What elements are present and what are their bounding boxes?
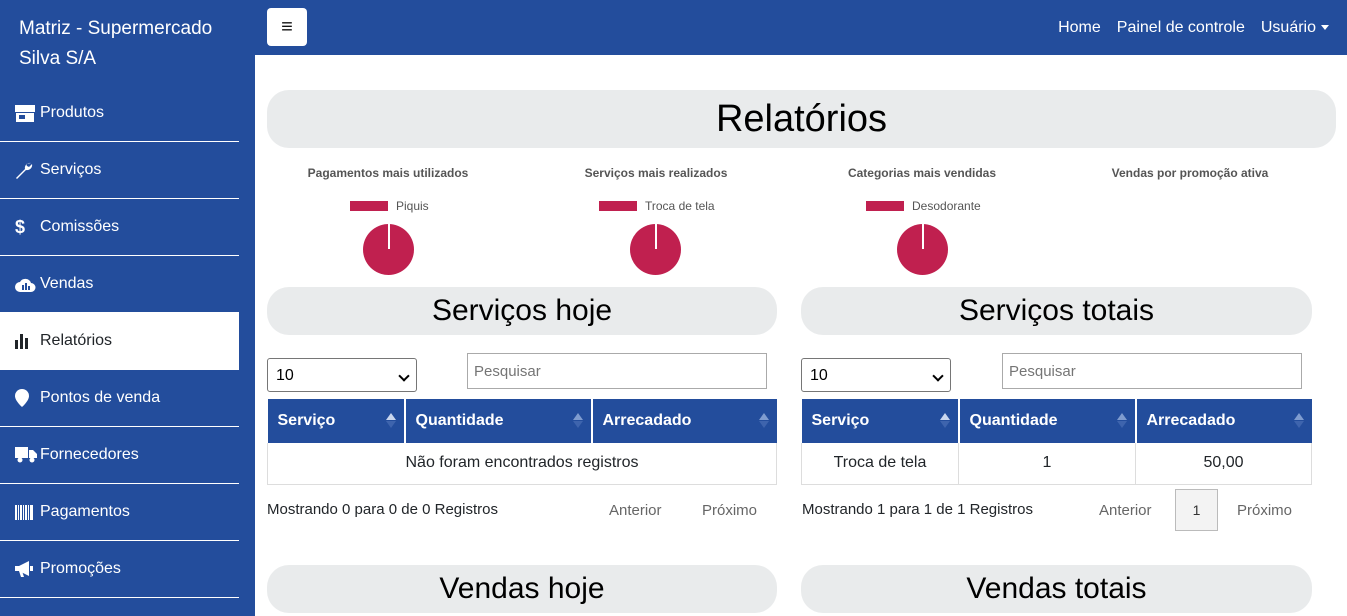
- sidebar-item-relatorios[interactable]: Relatórios: [0, 313, 239, 370]
- sort-icon: [758, 413, 769, 428]
- legend-label: Desodorante: [912, 199, 981, 213]
- sidebar-item-comissoes[interactable]: $ Comissões: [0, 199, 239, 256]
- sidebar-item-label: Comissões: [40, 218, 120, 235]
- wrench-icon: [15, 161, 37, 179]
- pagination-next-servicos-hoje[interactable]: Próximo: [702, 502, 757, 519]
- chart-title-pagamentos: Pagamentos mais utilizados: [307, 166, 469, 180]
- megaphone-icon: [15, 560, 37, 578]
- legend-swatch: [866, 201, 904, 211]
- nav-link-painel[interactable]: Painel de controle: [1117, 19, 1245, 37]
- legend-swatch: [350, 201, 388, 211]
- sidebar-item-label: Fornecedores: [40, 446, 139, 463]
- column-header-quantidade[interactable]: Quantidade: [957, 399, 1136, 443]
- sidebar-item-produtos[interactable]: Produtos: [0, 85, 239, 142]
- sidebar-item-label: Pontos de venda: [40, 389, 161, 406]
- top-nav-links: Home Painel de controle Usuário: [1058, 0, 1329, 55]
- sort-icon: [572, 413, 583, 428]
- store-icon: [15, 104, 37, 122]
- table-cell-quantidade: 1: [958, 443, 1136, 485]
- sidebar-item-promocoes[interactable]: Promoções: [0, 541, 239, 598]
- sidebar-item-fornecedores[interactable]: Fornecedores: [0, 427, 239, 484]
- caret-down-icon: [1321, 24, 1329, 30]
- section-title-vendas-hoje: Vendas hoje: [267, 565, 777, 613]
- section-title-vendas-totais: Vendas totais: [801, 565, 1312, 613]
- sort-icon: [939, 413, 950, 428]
- legend-label: Piquis: [396, 199, 429, 213]
- sidebar-item-vendas[interactable]: Vendas: [0, 256, 239, 313]
- chart-title-promocao: Vendas por promoção ativa: [1111, 166, 1269, 180]
- table-servicos-totais: Serviço Quantidade Arrecadado Troca de t…: [801, 399, 1312, 485]
- page-title: Relatórios: [267, 90, 1336, 148]
- sidebar-item-pontos-de-venda[interactable]: Pontos de venda: [0, 370, 239, 427]
- barcode-icon: [15, 503, 37, 521]
- truck-icon: [15, 446, 37, 464]
- page-size-select-servicos-hoje[interactable]: 10: [267, 358, 417, 392]
- table-info-servicos-hoje: Mostrando 0 para 0 de 0 Registros: [267, 501, 498, 518]
- table-info-servicos-totais: Mostrando 1 para 1 de 1 Registros: [802, 501, 1033, 518]
- search-input-servicos-hoje[interactable]: [467, 353, 767, 389]
- top-navbar: ≡ Home Painel de controle Usuário: [255, 0, 1347, 55]
- page-size-select-servicos-totais[interactable]: 10: [801, 358, 951, 392]
- pagination-page-1[interactable]: 1: [1175, 489, 1218, 531]
- pie-slice-troca-de-tela[interactable]: [630, 224, 681, 275]
- column-header-arrecadado[interactable]: Arrecadado: [1134, 399, 1312, 443]
- sort-icon: [385, 413, 396, 428]
- column-header-quantidade[interactable]: Quantidade: [403, 399, 592, 443]
- sidebar-item-label: Relatórios: [40, 332, 113, 349]
- user-dropdown-label: Usuário: [1260, 18, 1316, 36]
- table-cell-arrecadado: 50,00: [1135, 443, 1312, 485]
- chevron-down-icon: [932, 370, 944, 382]
- chart-title-servicos: Serviços mais realizados: [584, 166, 728, 180]
- empty-message: Não foram encontrados registros: [267, 443, 777, 485]
- sidebar: Matriz - Supermercado Silva S/A Produtos…: [0, 0, 255, 616]
- table-cell-servico: Troca de tela: [801, 443, 959, 485]
- pie-slice-desodorante[interactable]: [897, 224, 948, 275]
- pagination-prev-servicos-hoje[interactable]: Anterior: [609, 502, 662, 519]
- sidebar-item-label: Serviços: [40, 161, 102, 178]
- chart-title-categorias: Categorias mais vendidas: [847, 166, 997, 180]
- column-header-arrecadado[interactable]: Arrecadado: [590, 399, 777, 443]
- sidebar-item-label: Vendas: [40, 275, 94, 292]
- legend-swatch: [599, 201, 637, 211]
- search-input-servicos-totais[interactable]: [1002, 353, 1302, 389]
- table-servicos-hoje: Serviço Quantidade Arrecadado Não foram …: [267, 399, 777, 485]
- section-title-servicos-hoje: Serviços hoje: [267, 287, 777, 335]
- cloud-chart-icon: [15, 275, 37, 293]
- chart-legend-pagamentos[interactable]: Piquis: [350, 199, 429, 213]
- sort-icon: [1293, 413, 1304, 428]
- column-header-servico[interactable]: Serviço: [801, 399, 959, 443]
- sidebar-item-servicos[interactable]: Serviços: [0, 142, 239, 199]
- hamburger-icon: ≡: [281, 16, 293, 38]
- legend-label: Troca de tela: [645, 199, 715, 213]
- sidebar-item-label: Promoções: [40, 560, 121, 577]
- column-header-servico[interactable]: Serviço: [267, 399, 405, 443]
- map-marker-icon: [15, 389, 37, 407]
- sidebar-toggle-button[interactable]: ≡: [267, 8, 307, 46]
- page-size-value: 10: [810, 367, 828, 384]
- nav-link-home[interactable]: Home: [1058, 19, 1101, 37]
- chart-legend-servicos[interactable]: Troca de tela: [599, 199, 715, 213]
- table-row: Troca de tela 1 50,00: [801, 443, 1312, 485]
- sidebar-item-label: Produtos: [40, 104, 105, 121]
- table-row-empty: Não foram encontrados registros: [267, 443, 777, 485]
- sort-icon: [1116, 413, 1127, 428]
- sidebar-item-label: Pagamentos: [40, 503, 130, 520]
- bar-chart-icon: [15, 332, 37, 350]
- user-dropdown[interactable]: Usuário: [1261, 19, 1329, 37]
- brand-name[interactable]: Matriz - Supermercado Silva S/A: [19, 14, 239, 74]
- section-title-servicos-totais: Serviços totais: [801, 287, 1312, 335]
- dollar-icon: $: [15, 216, 26, 237]
- sidebar-nav: Produtos Serviços $ Comissões Vendas Rel…: [0, 85, 239, 598]
- sidebar-item-pagamentos[interactable]: Pagamentos: [0, 484, 239, 541]
- chart-legend-categorias[interactable]: Desodorante: [866, 199, 981, 213]
- pie-slice-piquis[interactable]: [363, 224, 414, 275]
- pagination-prev-servicos-totais[interactable]: Anterior: [1099, 502, 1152, 519]
- page-size-value: 10: [276, 367, 294, 384]
- chevron-down-icon: [398, 370, 410, 382]
- pagination-next-servicos-totais[interactable]: Próximo: [1237, 502, 1292, 519]
